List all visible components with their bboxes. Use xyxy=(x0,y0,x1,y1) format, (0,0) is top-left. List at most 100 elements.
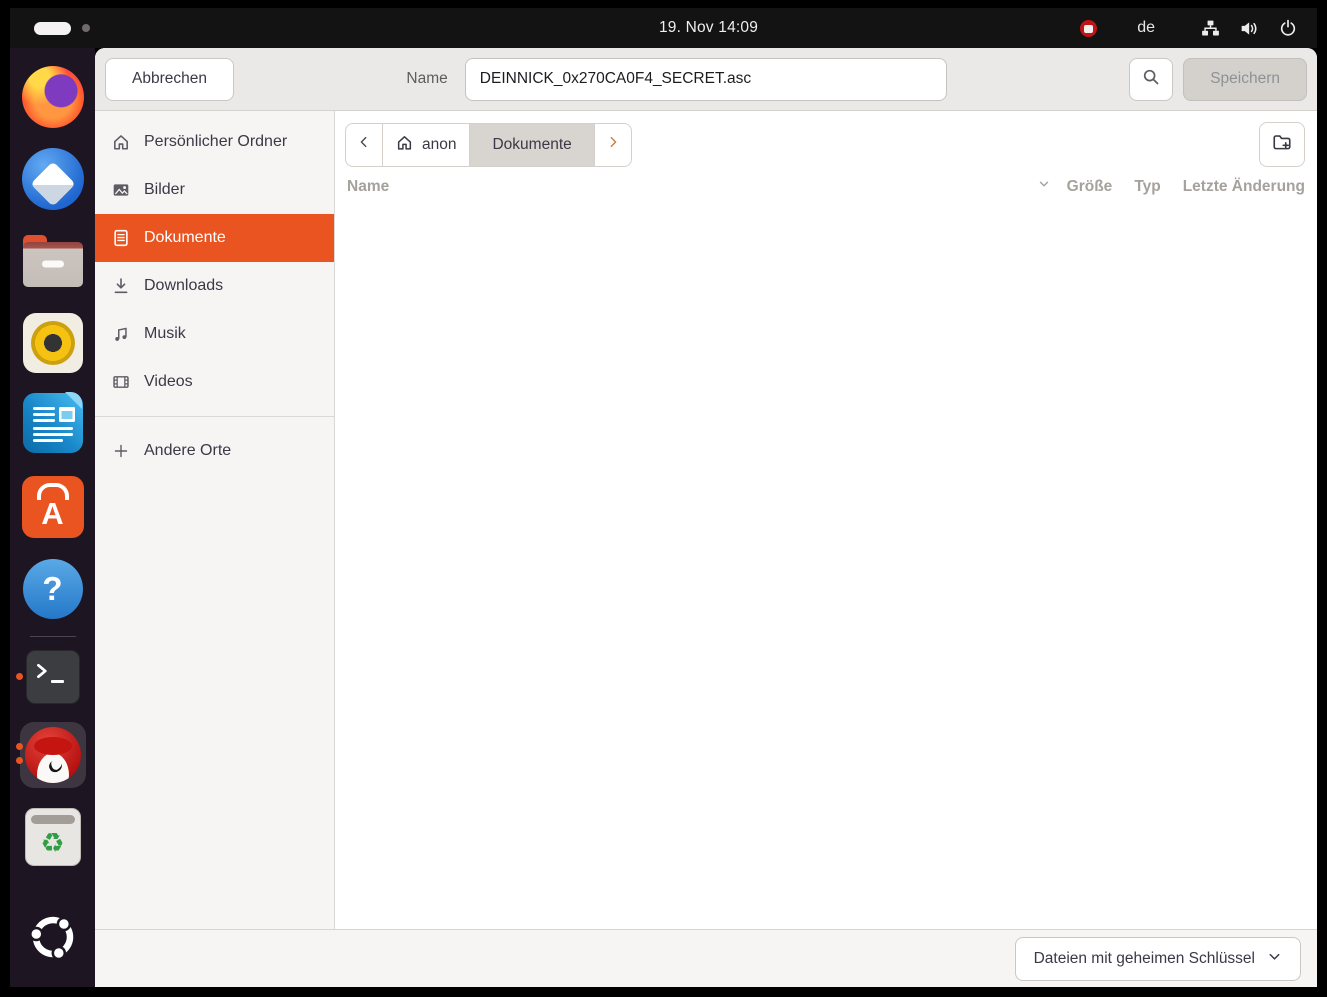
sidebar-separator xyxy=(95,416,334,417)
running-indicator-dot xyxy=(16,743,23,750)
path-segment-label: Dokumente xyxy=(492,135,572,153)
dialog-header: Abbrechen Name Speichern xyxy=(95,48,1317,111)
ubuntu-logo-icon xyxy=(24,908,82,971)
kleopatra-tray-icon[interactable] xyxy=(1080,19,1098,37)
dock-item-terminal[interactable] xyxy=(10,641,95,713)
dock-item-trash[interactable]: ♻ xyxy=(10,797,95,877)
dock-item-thunderbird[interactable] xyxy=(10,138,95,220)
sidebar-item-pictures[interactable]: Bilder xyxy=(95,166,334,214)
path-segment-current[interactable]: Dokumente xyxy=(470,123,595,166)
file-list-empty[interactable] xyxy=(335,204,1317,929)
running-indicator-dot xyxy=(16,757,23,764)
filename-input[interactable] xyxy=(464,57,947,101)
path-bar-row: anon Dokumente xyxy=(335,111,1317,173)
cancel-button[interactable]: Abbrechen xyxy=(105,57,234,101)
save-file-dialog: Abbrechen Name Speichern xyxy=(95,48,1317,987)
music-icon xyxy=(112,325,130,343)
column-headers-right: Größe Typ Letzte Änderung xyxy=(1067,178,1307,196)
forward-button[interactable] xyxy=(595,124,631,166)
dock-item-help[interactable]: ? xyxy=(10,548,95,630)
dock-item-ubuntu-software[interactable]: A xyxy=(10,466,95,548)
dock-item-kleopatra[interactable] xyxy=(10,713,95,797)
ubuntu-software-icon: A xyxy=(21,476,84,538)
dock-item-files[interactable] xyxy=(10,220,95,302)
system-tray: de xyxy=(1080,19,1317,37)
list-column-headers: Name Größe Typ Letzte Änderung xyxy=(335,173,1317,204)
dock-item-rhythmbox[interactable] xyxy=(10,302,95,384)
file-browser: anon Dokumente Name Größe Typ Letzte Änd… xyxy=(335,111,1317,929)
dock-item-libreoffice-writer[interactable] xyxy=(10,384,95,466)
sidebar-item-videos[interactable]: Videos xyxy=(95,358,334,406)
file-type-filter-dropdown[interactable]: Dateien mit geheimen Schlüssel xyxy=(1014,936,1301,981)
image-icon xyxy=(112,181,130,199)
dialog-footer: Dateien mit geheimen Schlüssel xyxy=(95,929,1317,987)
filename-label: Name xyxy=(406,70,448,87)
trash-icon: ♻ xyxy=(24,808,81,866)
video-icon xyxy=(112,373,130,391)
sort-chevron-down-icon xyxy=(1037,177,1051,196)
libreoffice-writer-icon xyxy=(22,391,84,459)
column-label: Name xyxy=(347,177,390,195)
save-button[interactable]: Speichern xyxy=(1183,57,1308,101)
column-header-name[interactable]: Name xyxy=(347,177,1067,196)
column-header-modified[interactable]: Letzte Änderung xyxy=(1183,178,1305,196)
search-button[interactable] xyxy=(1129,57,1174,101)
chevron-down-icon xyxy=(1267,949,1282,969)
help-icon: ? xyxy=(22,559,83,619)
home-icon xyxy=(396,134,413,156)
volume-icon[interactable] xyxy=(1240,20,1259,37)
running-indicator-dot xyxy=(16,673,23,680)
thunderbird-icon xyxy=(21,148,84,210)
kleopatra-icon xyxy=(24,727,81,783)
sidebar-item-label: Bilder xyxy=(144,181,185,198)
path-segment-home[interactable]: anon xyxy=(383,123,471,166)
plus-icon xyxy=(112,442,130,460)
dock-separator xyxy=(29,636,76,637)
sidebar-item-label: Persönlicher Ordner xyxy=(144,133,288,150)
firefox-icon xyxy=(21,66,84,128)
places-sidebar: Persönlicher Ordner Bilder Dokumente Dow… xyxy=(95,111,335,929)
path-segment-label: anon xyxy=(422,135,457,153)
sidebar-item-other-locations[interactable]: Andere Orte xyxy=(95,427,334,475)
terminal-icon xyxy=(25,650,80,704)
sidebar-item-label: Musik xyxy=(144,325,186,342)
workspace-active-pill xyxy=(34,21,71,35)
dock: A ? ♻ xyxy=(10,48,95,987)
download-icon xyxy=(112,277,130,295)
path-bar: anon Dokumente xyxy=(345,122,632,167)
sidebar-item-label: Dokumente xyxy=(144,229,226,246)
file-manager-icon xyxy=(22,235,83,287)
workspace-dot xyxy=(82,24,90,32)
clock[interactable]: 19. Nov 14:09 xyxy=(659,19,758,37)
filter-label: Dateien mit geheimen Schlüssel xyxy=(1033,949,1255,967)
home-icon xyxy=(112,133,130,151)
workspace-indicator[interactable] xyxy=(34,21,90,35)
power-icon[interactable] xyxy=(1279,19,1297,37)
sidebar-item-downloads[interactable]: Downloads xyxy=(95,262,334,310)
sidebar-item-label: Andere Orte xyxy=(144,442,232,459)
sidebar-item-label: Downloads xyxy=(144,277,224,294)
new-folder-button[interactable] xyxy=(1259,122,1305,167)
rhythmbox-icon xyxy=(22,313,83,373)
keyboard-layout-indicator[interactable]: de xyxy=(1137,19,1155,37)
dock-item-ubuntu-desktop[interactable] xyxy=(10,899,95,979)
sidebar-item-home[interactable]: Persönlicher Ordner xyxy=(95,118,334,166)
document-icon xyxy=(112,229,130,247)
back-button[interactable] xyxy=(346,123,383,166)
column-header-type[interactable]: Typ xyxy=(1134,178,1160,196)
chevron-left-icon xyxy=(357,135,371,154)
sidebar-item-documents[interactable]: Dokumente xyxy=(95,214,334,262)
sidebar-item-label: Videos xyxy=(144,373,193,390)
new-folder-icon xyxy=(1272,132,1292,157)
active-app-highlight xyxy=(19,722,86,788)
chevron-right-icon xyxy=(606,135,620,154)
dock-item-firefox[interactable] xyxy=(10,56,95,138)
network-icon[interactable] xyxy=(1201,20,1220,37)
search-icon xyxy=(1142,68,1160,91)
dialog-main: Persönlicher Ordner Bilder Dokumente Dow… xyxy=(95,111,1317,929)
desktop: 19. Nov 14:09 de A ? ♻ Abbrechen Name DE… xyxy=(10,8,1317,987)
sidebar-item-music[interactable]: Musik xyxy=(95,310,334,358)
quick-settings xyxy=(1201,19,1297,37)
top-bar: 19. Nov 14:09 de xyxy=(10,8,1317,48)
column-header-size[interactable]: Größe xyxy=(1067,178,1113,196)
